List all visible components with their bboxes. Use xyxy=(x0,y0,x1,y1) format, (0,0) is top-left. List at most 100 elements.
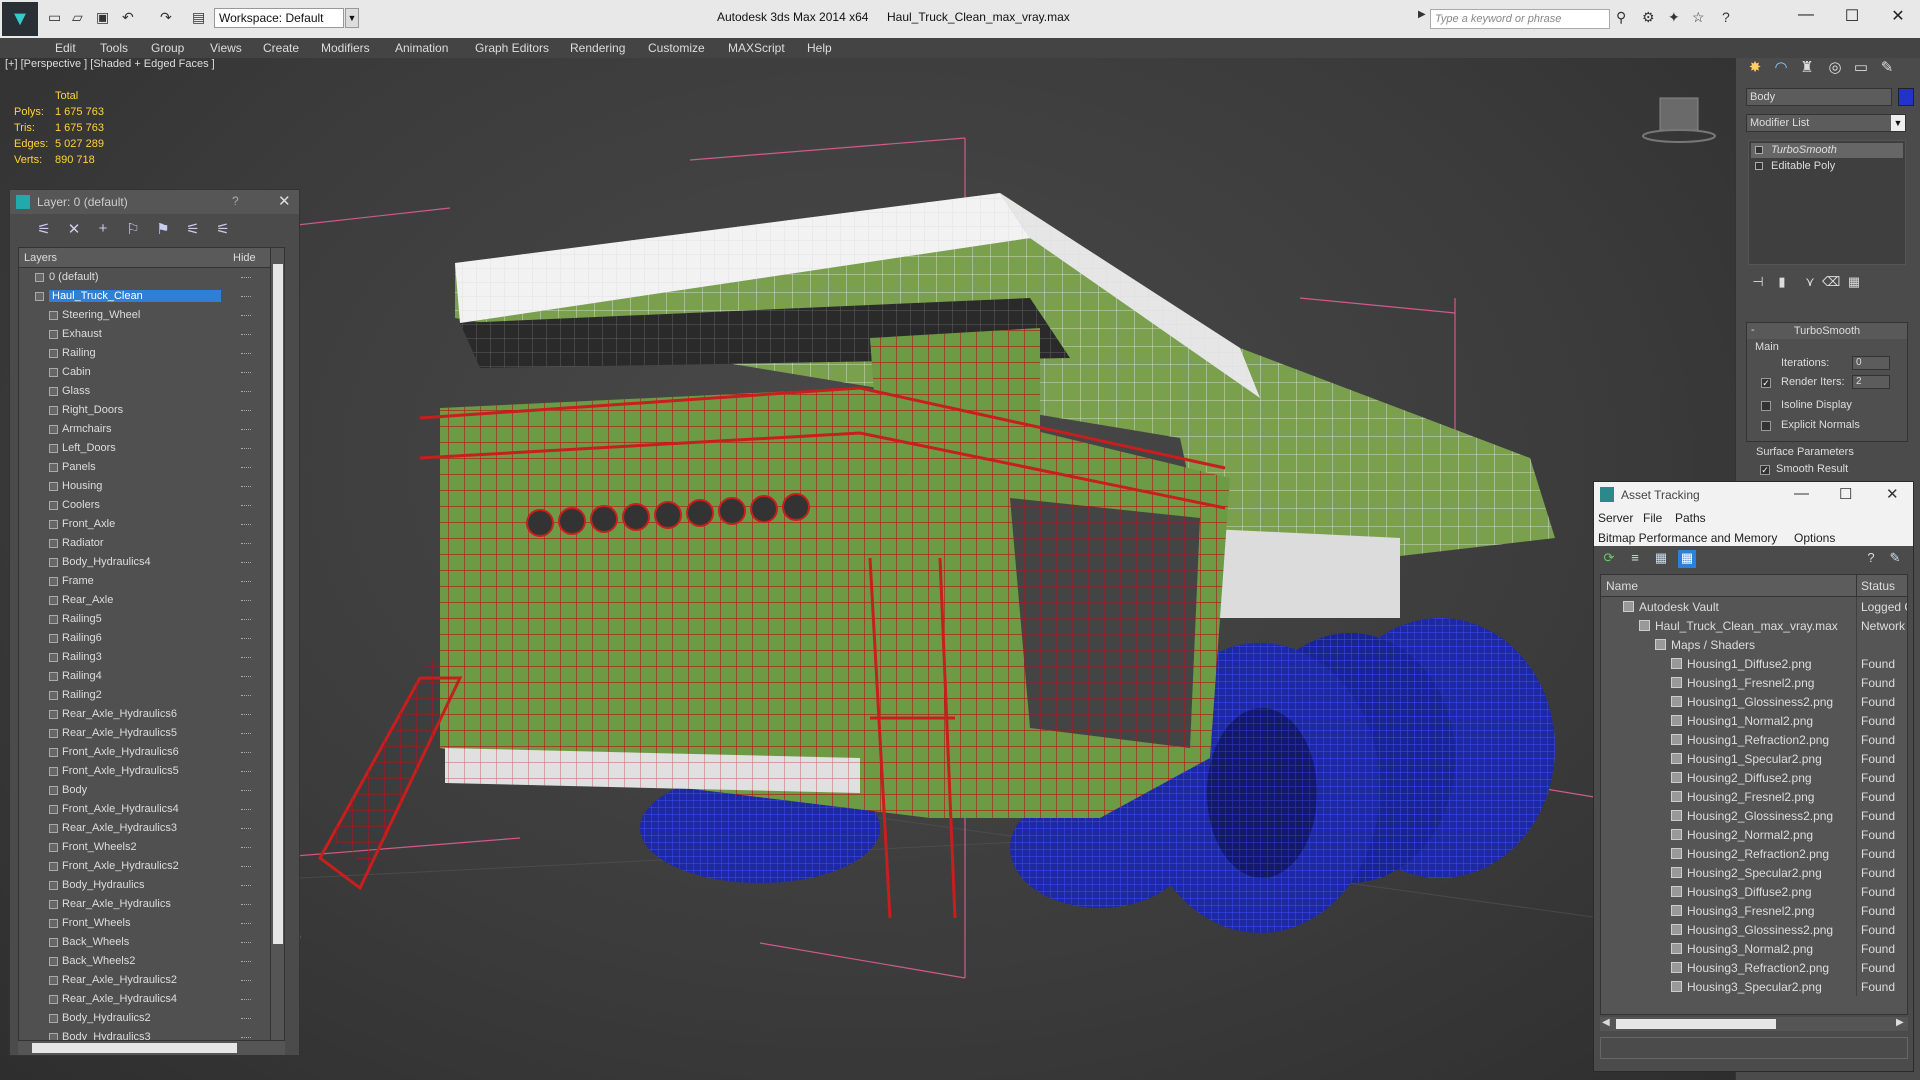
viewport-label[interactable]: [+] [Perspective ] [Shaded + Edged Faces… xyxy=(5,58,215,70)
layer-hide-toggle[interactable] xyxy=(241,885,251,887)
layer-hide-toggle[interactable] xyxy=(241,429,251,431)
object-color-swatch[interactable] xyxy=(1898,88,1914,106)
layer-row[interactable]: Glass xyxy=(19,382,284,401)
menu-maxscript[interactable]: MAXScript xyxy=(728,41,785,55)
layer-hide-toggle[interactable] xyxy=(241,448,251,450)
minimize-icon[interactable]: — xyxy=(1792,6,1820,30)
menu-options[interactable]: Options xyxy=(1794,531,1835,545)
layer-row[interactable]: Rear_Axle_Hydraulics2 xyxy=(19,971,284,990)
layer-row[interactable]: Armchairs xyxy=(19,420,284,439)
app-logo-button[interactable]: ▼ xyxy=(2,2,38,36)
menu-tools[interactable]: Tools xyxy=(100,41,128,55)
asset-row[interactable]: Maps / Shaders xyxy=(1601,635,1907,654)
layer-row[interactable]: Haul_Truck_Clean xyxy=(19,287,284,306)
layer-hide-toggle[interactable] xyxy=(241,334,251,336)
layer-row[interactable]: Rear_Axle_Hydraulics xyxy=(19,895,284,914)
add-selection-icon[interactable]: ⚐ xyxy=(123,220,143,240)
layer-hide-toggle[interactable] xyxy=(241,923,251,925)
asset-row[interactable]: Housing3_Specular2.png Found xyxy=(1601,977,1907,996)
col-status[interactable]: Status xyxy=(1861,579,1895,593)
layer-hide-toggle[interactable] xyxy=(241,296,251,298)
modifier-list-dropdown[interactable]: Modifier List xyxy=(1746,114,1906,132)
layer-vertical-scrollbar[interactable] xyxy=(270,248,284,1040)
workspace-select[interactable]: Workspace: Default xyxy=(214,8,344,28)
thumbnail-view-icon[interactable]: ▦ xyxy=(1652,550,1670,568)
layer-hide-toggle[interactable] xyxy=(241,657,251,659)
layer-row[interactable]: Railing6 xyxy=(19,629,284,648)
layer-row[interactable]: Railing3 xyxy=(19,648,284,667)
create-layer-icon[interactable]: + xyxy=(93,220,113,240)
asset-row[interactable]: Housing3_Normal2.png Found xyxy=(1601,939,1907,958)
hierarchy-tab-icon[interactable]: ♜ xyxy=(1796,58,1818,80)
layer-row[interactable]: Front_Axle_Hydraulics5 xyxy=(19,762,284,781)
menu-file[interactable]: File xyxy=(1643,511,1662,525)
layer-row[interactable]: 0 (default) xyxy=(19,268,284,287)
refresh-icon[interactable]: ⟳ xyxy=(1600,550,1618,568)
layer-hide-toggle[interactable] xyxy=(241,638,251,640)
menu-graph-editors[interactable]: Graph Editors xyxy=(475,41,549,55)
asset-row[interactable]: Housing2_Diffuse2.png Found xyxy=(1601,768,1907,787)
motion-tab-icon[interactable]: ◎ xyxy=(1824,58,1846,80)
communication-icon[interactable]: ✦ xyxy=(1668,9,1680,26)
layer-hide-toggle[interactable] xyxy=(241,1037,251,1039)
layer-hide-toggle[interactable] xyxy=(241,942,251,944)
object-name-field[interactable]: Body xyxy=(1746,88,1892,106)
menu-server[interactable]: Server xyxy=(1598,511,1633,525)
asset-row[interactable]: Housing1_Specular2.png Found xyxy=(1601,749,1907,768)
maximize-icon[interactable]: ☐ xyxy=(1839,485,1852,503)
favorites-star-icon[interactable]: ☆ xyxy=(1692,9,1705,26)
layer-hide-toggle[interactable] xyxy=(241,695,251,697)
search-input[interactable]: Type a keyword or phrase xyxy=(1430,9,1610,29)
layer-row[interactable]: Housing xyxy=(19,477,284,496)
layer-hide-toggle[interactable] xyxy=(241,714,251,716)
asset-horizontal-scrollbar[interactable]: ◀ ▶ xyxy=(1600,1017,1908,1031)
layer-hide-toggle[interactable] xyxy=(241,809,251,811)
display-tab-icon[interactable]: ▭ xyxy=(1850,58,1872,80)
subscription-icon[interactable]: ⚙ xyxy=(1642,9,1655,26)
layer-hide-toggle[interactable] xyxy=(241,524,251,526)
isoline-checkbox[interactable] xyxy=(1761,401,1771,411)
asset-row[interactable]: Housing3_Refraction2.png Found xyxy=(1601,958,1907,977)
modify-tab-icon[interactable]: ◠ xyxy=(1770,58,1792,80)
menu-rendering[interactable]: Rendering xyxy=(570,41,625,55)
close-icon[interactable]: ✕ xyxy=(1884,6,1912,30)
layer-hide-toggle[interactable] xyxy=(241,410,251,412)
layer-hide-toggle[interactable] xyxy=(241,505,251,507)
layer-hide-toggle[interactable] xyxy=(241,562,251,564)
menu-views[interactable]: Views xyxy=(210,41,242,55)
asset-row[interactable]: Autodesk Vault Logged C xyxy=(1601,597,1907,616)
help-icon[interactable]: ? xyxy=(1862,550,1880,568)
delete-layer-icon[interactable]: ✕ xyxy=(64,220,84,240)
rollout-title[interactable]: - TurboSmooth xyxy=(1747,323,1907,339)
layer-horizontal-scrollbar[interactable] xyxy=(18,1041,285,1055)
binoculars-icon[interactable]: ⚲ xyxy=(1616,9,1626,26)
table-view-icon[interactable]: ▦ xyxy=(1678,550,1696,568)
asset-row[interactable]: Housing1_Fresnel2.png Found xyxy=(1601,673,1907,692)
layer-hide-toggle[interactable] xyxy=(241,486,251,488)
layer-row[interactable]: Rear_Axle_Hydraulics4 xyxy=(19,990,284,1009)
layer-row[interactable]: Front_Axle_Hydraulics4 xyxy=(19,800,284,819)
workspace-dropdown-icon[interactable]: ▼ xyxy=(345,8,359,28)
layer-row[interactable]: Left_Doors xyxy=(19,439,284,458)
layer-row[interactable]: Panels xyxy=(19,458,284,477)
open-file-icon[interactable]: ▱ xyxy=(72,9,83,26)
layer-row[interactable]: Right_Doors xyxy=(19,401,284,420)
layer-hide-toggle[interactable] xyxy=(241,372,251,374)
layer-hide-toggle[interactable] xyxy=(241,733,251,735)
layer-row[interactable]: Front_Axle_Hydraulics2 xyxy=(19,857,284,876)
layer-hide-toggle[interactable] xyxy=(241,961,251,963)
render-iters-checkbox[interactable]: ✓ xyxy=(1761,378,1771,388)
select-objects-icon[interactable]: ⚑ xyxy=(153,220,173,240)
pin-icon[interactable]: ✎ xyxy=(1886,550,1904,568)
layer-hide-toggle[interactable] xyxy=(241,866,251,868)
layer-hide-toggle[interactable] xyxy=(241,828,251,830)
utilities-tab-icon[interactable]: ✎ xyxy=(1876,58,1898,80)
search-expand-icon[interactable]: ▶ xyxy=(1418,9,1426,20)
layer-hide-toggle[interactable] xyxy=(241,771,251,773)
configure-sets-icon[interactable]: ▦ xyxy=(1846,274,1862,292)
layer-hide-toggle[interactable] xyxy=(241,980,251,982)
layer-hide-toggle[interactable] xyxy=(241,847,251,849)
layer-row[interactable]: Railing4 xyxy=(19,667,284,686)
save-icon[interactable]: ▣ xyxy=(96,9,109,26)
list-view-icon[interactable]: ≡ xyxy=(1626,550,1644,568)
